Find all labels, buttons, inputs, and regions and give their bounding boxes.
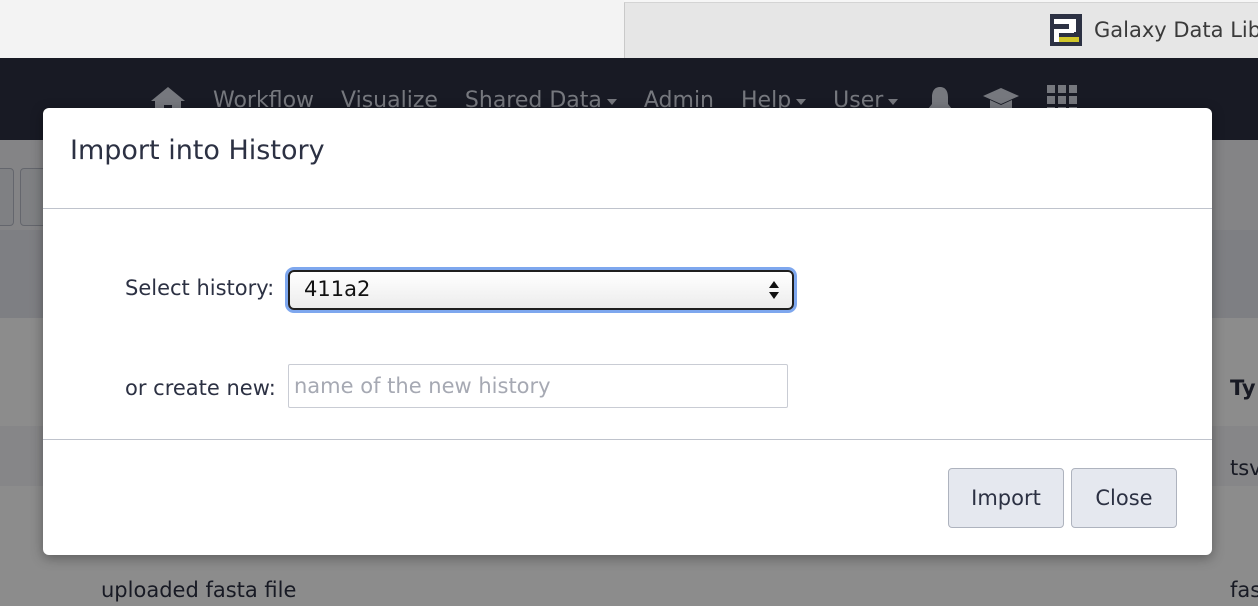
modal-footer: Import Close — [43, 439, 1212, 556]
browser-tab-title: Galaxy Data Lib — [1094, 18, 1258, 42]
select-history-label: Select history: — [125, 276, 275, 300]
modal-header: Import into History — [43, 108, 1212, 209]
close-button[interactable]: Close — [1071, 468, 1177, 528]
history-select[interactable]: 411a2 — [288, 270, 794, 310]
history-select-value: 411a2 — [304, 277, 371, 301]
import-into-history-modal: Import into History Select history: 411a… — [43, 108, 1212, 555]
select-arrows-icon — [769, 281, 779, 299]
browser-tab-bar: Galaxy Data Lib — [0, 0, 1258, 59]
galaxy-logo-icon — [1050, 14, 1082, 46]
create-new-label: or create new: — [125, 376, 276, 400]
import-button[interactable]: Import — [948, 468, 1064, 528]
browser-tab-inactive-area[interactable] — [0, 0, 624, 58]
new-history-name-input[interactable] — [288, 364, 788, 408]
modal-title: Import into History — [70, 135, 325, 166]
